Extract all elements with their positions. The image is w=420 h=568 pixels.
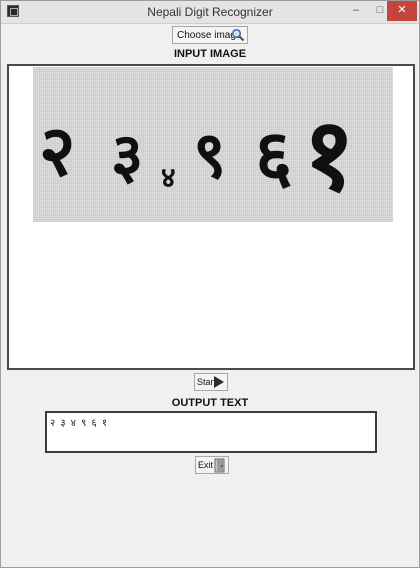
output-text-field[interactable]: २ ३ ४ ९ ६ १ (45, 411, 377, 453)
start-button[interactable]: Start (194, 373, 228, 391)
input-image-panel: २ ३ ४ ९ ६ १ (7, 64, 415, 370)
input-image-heading: INPUT IMAGE (173, 48, 247, 60)
input-digits-svg: २ ३ ४ ९ ६ १ (39, 96, 355, 213)
input-digit: ९ (193, 119, 226, 193)
input-digit: १ (303, 96, 355, 213)
input-image: २ ३ ४ ९ ६ १ (33, 67, 393, 222)
input-digit: ६ (255, 114, 292, 198)
input-digit: ४ (161, 161, 176, 194)
input-digit: २ (39, 110, 75, 192)
app-window: Nepali Digit Recognizer – □ ✕ Choose ima… (0, 0, 420, 568)
door-exit-icon (214, 458, 225, 473)
choose-image-button[interactable]: Choose image (172, 26, 248, 44)
input-digit: ३ (111, 119, 143, 192)
output-text-heading: OUTPUT TEXT (171, 397, 249, 409)
close-button[interactable]: ✕ (387, 1, 417, 21)
exit-label: Exit (198, 460, 214, 470)
minimize-button[interactable]: – (343, 1, 369, 21)
title-bar[interactable]: Nepali Digit Recognizer – □ ✕ (1, 1, 419, 24)
exit-button[interactable]: Exit (195, 456, 229, 474)
output-text-value: २ ३ ४ ९ ६ १ (50, 418, 109, 429)
magnifier-icon (231, 28, 245, 42)
play-arrow-icon (214, 376, 224, 388)
